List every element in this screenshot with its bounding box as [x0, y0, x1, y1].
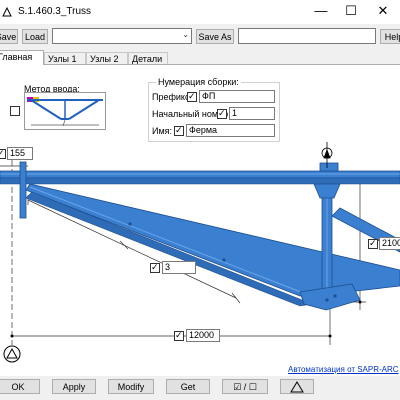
chevron-down-icon: ⌄ [182, 30, 189, 39]
height-checkbox[interactable] [368, 238, 378, 249]
start-number-checkbox[interactable] [217, 108, 227, 119]
modify-button[interactable]: Modify [108, 379, 154, 394]
input-method-selector[interactable] [24, 92, 106, 130]
preset-name-field[interactable] [238, 28, 376, 44]
get-button[interactable]: Get [166, 379, 210, 394]
start-number-input[interactable]: 1 [229, 107, 275, 120]
title-bar: S.1.460.3_Truss — ☐ ✕ [0, 0, 400, 24]
truss-scheme-icon [27, 97, 103, 127]
window-title: S.1.460.3_Truss [18, 6, 92, 17]
help-button[interactable]: Help [380, 29, 400, 44]
app-icon [2, 7, 12, 17]
warning-button[interactable] [280, 379, 314, 394]
span-input[interactable]: 12000 [186, 329, 220, 342]
tab-strip: Главная Узлы 1 Узлы 2 Детали [0, 50, 400, 65]
panels-input[interactable]: 3 [162, 261, 196, 274]
span-checkbox[interactable] [174, 330, 184, 341]
view-direction-icon [3, 345, 21, 363]
name-checkbox[interactable] [174, 125, 184, 136]
apply-button[interactable]: Apply [52, 379, 96, 394]
save-button[interactable]: Save [0, 29, 18, 44]
prefix-checkbox[interactable] [187, 91, 197, 102]
top-offset-checkbox[interactable] [0, 148, 6, 159]
automation-link[interactable]: Автоматизация от SAPR-ARC [288, 365, 399, 374]
top-offset-input[interactable]: 155 [7, 147, 33, 160]
preset-combo[interactable]: ⌄ [52, 28, 192, 44]
panels-checkbox[interactable] [150, 262, 160, 273]
ok-button[interactable]: OK [0, 379, 40, 394]
assembly-numbering-title: Нумерация сборки: [156, 77, 241, 87]
prefix-label: Префикс: [152, 92, 192, 102]
warning-triangle-icon [290, 381, 304, 393]
check-toggle-button[interactable]: ☑ / ☐ [222, 379, 268, 394]
load-button[interactable]: Load [22, 29, 48, 44]
save-as-button[interactable]: Save As [196, 29, 234, 44]
name-input[interactable]: Ферма [186, 124, 275, 137]
tab-main[interactable]: Главная [0, 50, 44, 65]
name-label: Имя: [152, 126, 173, 136]
close-button[interactable]: ✕ [368, 0, 398, 24]
input-method-checkbox[interactable] [10, 106, 20, 116]
maximize-button[interactable]: ☐ [336, 0, 366, 24]
minimize-button[interactable]: — [306, 0, 336, 24]
prefix-input[interactable]: ФП [199, 90, 275, 103]
height-input[interactable]: 2100 [379, 237, 400, 250]
